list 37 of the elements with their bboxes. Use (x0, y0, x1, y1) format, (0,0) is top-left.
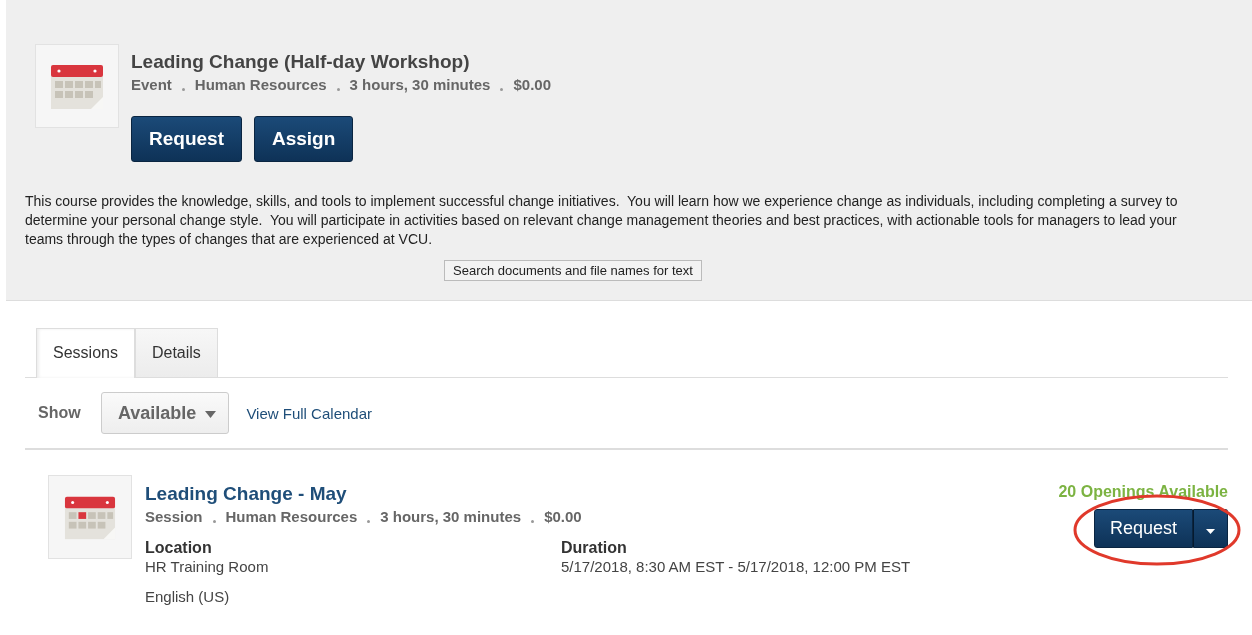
session-meta: $0.00 (544, 508, 582, 525)
separator-dot (500, 88, 504, 91)
calendar-icon (48, 475, 132, 559)
separator-dot (336, 88, 340, 91)
calendar-link[interactable]: View Full Calendar (246, 404, 372, 422)
course-description: This course provides the knowledge, skills, and tools to implement successful change initiatives. You will learn how we experience change as individuals, including completing a survey to determine your personal change style. You will participate in activities based on relevant change management theories and best practices, with actionable tools for managers to lead your teams through the types of changes that are experienced at VCU. (25, 192, 1179, 249)
action-button[interactable]: Request (131, 116, 242, 162)
course-meta: Human Resources (194, 76, 327, 93)
session-title[interactable]: Leading Change - May (145, 483, 347, 505)
session-meta: Human Resources (225, 508, 358, 525)
request-button[interactable]: Request (1093, 509, 1193, 548)
duration-label: Duration (561, 539, 628, 557)
location-label: Location (145, 539, 213, 557)
show-label: Show (38, 404, 82, 422)
caret-icon (1206, 529, 1215, 534)
tab[interactable]: Details (134, 328, 218, 377)
course-title: Leading Change (Half-day Workshop) (131, 51, 471, 73)
course-meta: $0.00 (513, 76, 551, 93)
tooltip: Search documents and file names for text (444, 260, 702, 281)
location-value: HR Training Room (145, 558, 270, 575)
separator-dot (181, 88, 185, 91)
separator-dot (367, 520, 371, 523)
action-button[interactable]: Assign (253, 116, 354, 162)
tab[interactable]: Sessions (36, 328, 135, 378)
session-meta: 3 hours, 30 minutes (380, 508, 522, 525)
separator-dot (212, 520, 216, 523)
course-meta: Event (131, 76, 172, 93)
duration-value: 5/17/2018, 8:30 AM EST - 5/17/2018, 12:00 PM EST (561, 558, 911, 575)
language-value: English (US) (145, 588, 231, 605)
status-dropdown[interactable]: Available (101, 392, 230, 434)
openings-count: 20 Openings Available (1058, 483, 1228, 501)
session-meta: Session (145, 508, 203, 525)
dropdown-toggle[interactable] (1193, 509, 1228, 548)
caret-icon (205, 411, 217, 418)
course-meta: 3 hours, 30 minutes (349, 76, 491, 93)
separator-dot (531, 520, 535, 523)
calendar-icon (35, 44, 119, 128)
